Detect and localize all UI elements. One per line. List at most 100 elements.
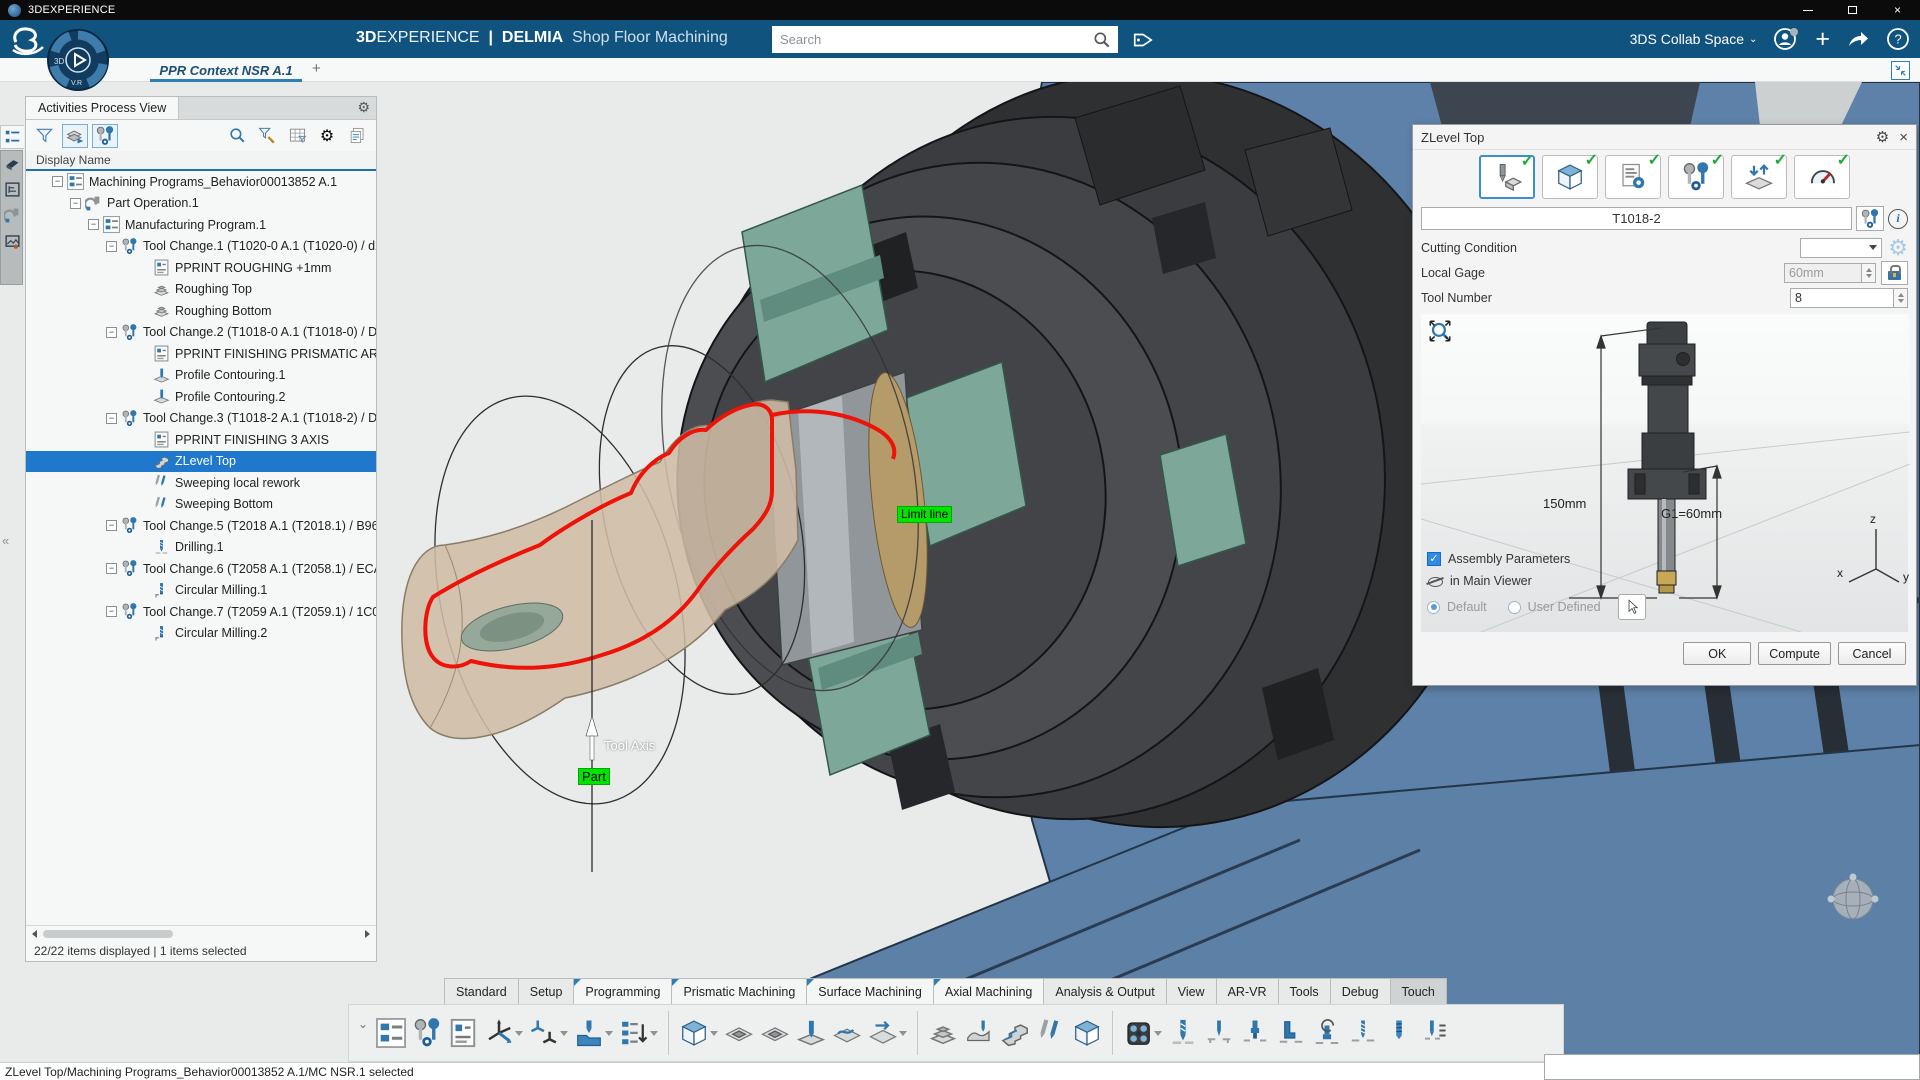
tree-row[interactable]: PPRINT FINISHING 3 AXIS xyxy=(26,429,376,451)
3ds-logo-icon[interactable] xyxy=(8,24,48,56)
profile-contouring-icon[interactable] xyxy=(793,1014,829,1052)
filter-icon[interactable] xyxy=(32,124,58,148)
collapse-toolbar-icon[interactable]: ⌄ xyxy=(353,1013,373,1053)
back-boring-icon[interactable] xyxy=(1309,1014,1345,1052)
curve-machining-icon[interactable] xyxy=(829,1014,865,1052)
tree-row[interactable]: −Tool Change.7 (T2059 A.1 (T2059.1) / 1C… xyxy=(26,601,376,623)
limit-line-label[interactable]: Limit line xyxy=(897,506,952,523)
update-status-icon[interactable]: ⚙ xyxy=(314,124,340,148)
filter-table-icon[interactable] xyxy=(284,124,310,148)
tree-row[interactable]: −Tool Change.1 (T1020-0 A.1 (T1020-0) / … xyxy=(26,236,376,258)
isometric-view-icon[interactable] xyxy=(1069,1014,1105,1052)
tree-row[interactable]: Sweeping Bottom xyxy=(26,494,376,516)
drilling-icon[interactable] xyxy=(1165,1014,1201,1052)
expander-icon[interactable]: − xyxy=(106,563,117,574)
renumber-operations-icon[interactable] xyxy=(616,1014,652,1052)
tool-tab[interactable]: ✓ xyxy=(1479,155,1535,199)
roughing-icon[interactable] xyxy=(925,1014,961,1052)
ribbon-tab-programming[interactable]: Programming xyxy=(573,978,672,1004)
dropdown-arrow-icon[interactable] xyxy=(605,1031,613,1036)
tab-part-operation[interactable] xyxy=(0,203,24,227)
close-button[interactable]: × xyxy=(1875,0,1920,20)
zlevel-icon[interactable] xyxy=(997,1014,1033,1052)
dropdown-arrow-icon[interactable] xyxy=(515,1031,523,1036)
minimize-button[interactable] xyxy=(1785,0,1830,20)
sweeping-icon[interactable] xyxy=(1033,1014,1069,1052)
zoom-fit-icon[interactable] xyxy=(1427,318,1453,344)
edit-filter-icon[interactable] xyxy=(254,124,280,148)
tag-icon[interactable] xyxy=(1128,26,1158,53)
user-defined-radio[interactable] xyxy=(1508,601,1521,614)
dropdown-arrow-icon[interactable] xyxy=(899,1031,907,1036)
scrollbar-thumb[interactable] xyxy=(43,930,173,938)
ribbon-tab-surface-machining[interactable]: Surface Machining xyxy=(806,978,934,1004)
tree-row[interactable]: −Tool Change.6 (T2058 A.1 (T2058.1) / EC… xyxy=(26,558,376,580)
ribbon-tab-analysis-output[interactable]: Analysis & Output xyxy=(1043,978,1166,1004)
tool-name-field[interactable]: T1018-2 xyxy=(1421,207,1852,230)
transform-operations-icon[interactable] xyxy=(526,1014,562,1052)
search-input[interactable] xyxy=(772,32,1092,47)
dialog-close-icon[interactable]: × xyxy=(1899,129,1908,146)
geometry-management-icon[interactable] xyxy=(676,1014,712,1052)
tool-change-icon[interactable] xyxy=(409,1014,445,1052)
expander-icon[interactable]: − xyxy=(70,198,81,209)
expander-icon[interactable]: − xyxy=(106,327,117,338)
pocketing-icon[interactable] xyxy=(721,1014,757,1052)
tool-number-input[interactable]: 8 xyxy=(1790,288,1894,308)
tree-row[interactable]: Circular Milling.1 xyxy=(26,580,376,602)
document-tab[interactable]: PPR Context NSR A.1 xyxy=(150,58,302,82)
search-tree-icon[interactable] xyxy=(224,124,250,148)
feeds-speeds-tab[interactable]: ✓ xyxy=(1794,155,1850,199)
tapping-icon[interactable] xyxy=(1345,1014,1381,1052)
tree-row[interactable]: −Tool Change.3 (T1018-2 A.1 (T1018-2) / … xyxy=(26,408,376,430)
expander-icon[interactable]: − xyxy=(106,606,117,617)
tree-row[interactable]: Profile Contouring.2 xyxy=(26,386,376,408)
part-label[interactable]: Part xyxy=(578,768,610,785)
tree-row[interactable]: −Part Operation.1 xyxy=(26,193,376,215)
ribbon-tab-setup[interactable]: Setup xyxy=(518,978,575,1004)
tree-row[interactable]: −Machining Programs_Behavior00013852 A.1 xyxy=(26,171,376,193)
compute-button[interactable]: Compute xyxy=(1758,642,1831,665)
new-tab-button[interactable]: + xyxy=(312,60,321,77)
collab-space-selector[interactable]: 3DS Collab Space⌄ xyxy=(1630,31,1758,47)
tree-row-selected[interactable]: ZLevel Top xyxy=(26,451,376,473)
tree-row[interactable]: PPRINT FINISHING PRISMATIC AREAS xyxy=(26,343,376,365)
spot-drilling-icon[interactable] xyxy=(1201,1014,1237,1052)
manufacturing-program-icon[interactable] xyxy=(373,1014,409,1052)
column-header-display-name[interactable]: Display Name xyxy=(26,151,376,171)
eye-slash-icon[interactable] xyxy=(1427,575,1443,587)
macros-tab[interactable]: ✓ xyxy=(1731,155,1787,199)
strategy-tab[interactable]: ✓ xyxy=(1605,155,1661,199)
compass-icon[interactable]: 3D V.R xyxy=(46,28,110,92)
ribbon-tab-prismatic-machining[interactable]: Prismatic Machining xyxy=(671,978,807,1004)
ribbon-tab-tools[interactable]: Tools xyxy=(1278,978,1331,1004)
default-radio[interactable] xyxy=(1427,601,1440,614)
tool-assembly-tab[interactable]: ✓ xyxy=(1668,155,1724,199)
collapse-viewer-icon[interactable] xyxy=(1891,61,1910,80)
cutting-condition-gear-icon[interactable]: ⚙ xyxy=(1888,238,1908,258)
tool-axis-label[interactable]: Tool Axis xyxy=(604,738,655,753)
ribbon-tab-view[interactable]: View xyxy=(1166,978,1217,1004)
expander-icon[interactable]: − xyxy=(88,219,99,230)
ribbon-tab-ar-vr[interactable]: AR-VR xyxy=(1216,978,1279,1004)
help-icon[interactable]: ? xyxy=(1886,27,1910,51)
share-icon[interactable] xyxy=(1846,27,1870,51)
tool-assembly-icon[interactable] xyxy=(571,1014,607,1052)
copy-view-icon[interactable] xyxy=(344,124,370,148)
pprint-icon[interactable] xyxy=(445,1014,481,1052)
tree-row[interactable]: −Tool Change.2 (T1018-0 A.1 (T1018-0) / … xyxy=(26,322,376,344)
tab-resources[interactable] xyxy=(0,151,24,175)
tree-row[interactable]: Roughing Bottom xyxy=(26,300,376,322)
add-content-button[interactable]: + xyxy=(1815,29,1830,49)
search-icon[interactable] xyxy=(1092,30,1112,50)
tree-row[interactable]: Sweeping local rework xyxy=(26,472,376,494)
command-field[interactable] xyxy=(1544,1054,1920,1080)
machining-axis-system-icon[interactable] xyxy=(481,1014,517,1052)
lock-icon[interactable] xyxy=(1881,261,1908,285)
tree-row[interactable]: Drilling.1 xyxy=(26,537,376,559)
tab-activities-process-view[interactable] xyxy=(0,125,24,149)
tree-row[interactable]: −Tool Change.5 (T2018 A.1 (T2018.1) / B9… xyxy=(26,515,376,537)
expander-icon[interactable]: − xyxy=(106,241,117,252)
ok-button[interactable]: OK xyxy=(1683,642,1751,665)
dropdown-arrow-icon[interactable] xyxy=(560,1031,568,1036)
